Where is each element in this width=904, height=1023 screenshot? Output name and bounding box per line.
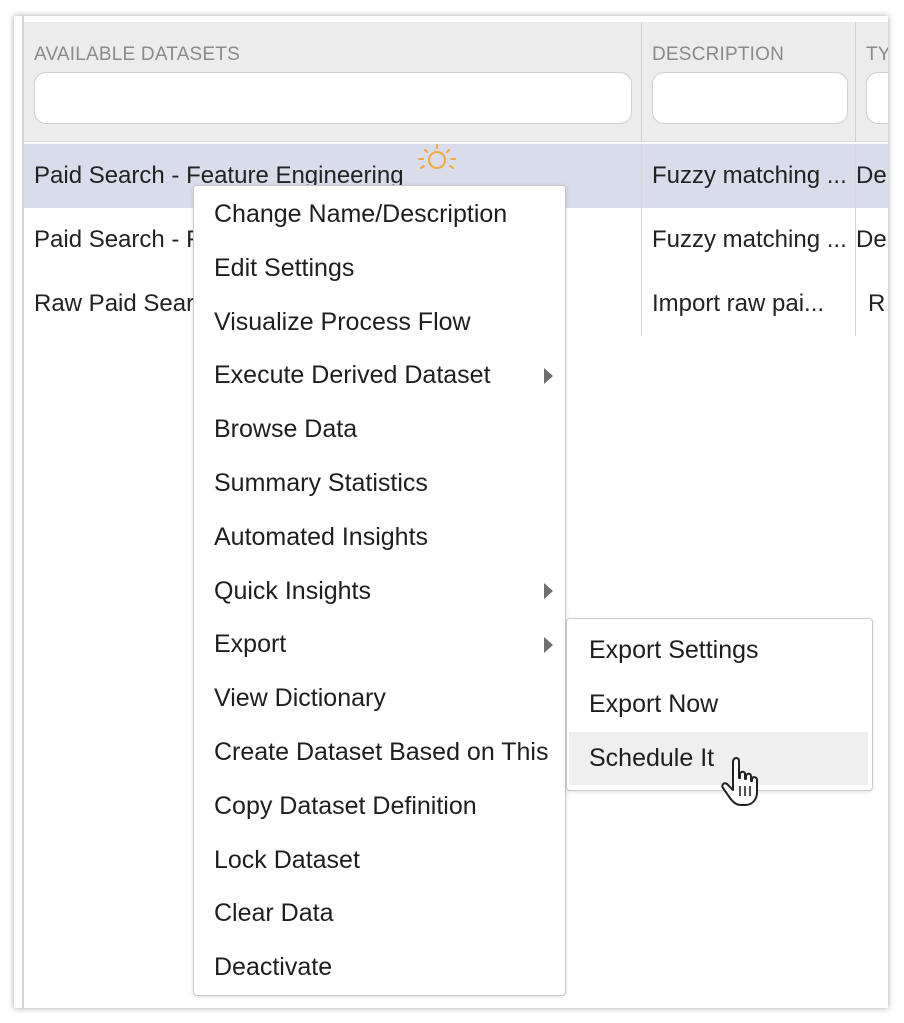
column-header-description[interactable]: DESCRIPTION bbox=[642, 22, 856, 142]
menu-item-automated-insights[interactable]: Automated Insights bbox=[194, 511, 565, 565]
hand-pointer-cursor-icon bbox=[721, 756, 758, 806]
submenu-arrow-icon bbox=[544, 637, 553, 654]
menu-item-label: Browse Data bbox=[214, 415, 358, 444]
menu-item-export[interactable]: Export bbox=[194, 618, 565, 672]
dataset-description-cell: Import raw pai... bbox=[642, 272, 856, 336]
menu-item-label: Summary Statistics bbox=[214, 468, 428, 497]
menu-item-summary-statistics[interactable]: Summary Statistics bbox=[194, 457, 565, 511]
menu-item-copy-dataset-definition[interactable]: Copy Dataset Definition bbox=[194, 780, 565, 834]
menu-item-label: Lock Dataset bbox=[214, 845, 360, 874]
menu-item-label: Export Now bbox=[589, 689, 719, 718]
menu-item-visualize-process-flow[interactable]: Visualize Process Flow bbox=[194, 296, 565, 350]
menu-item-label: Execute Derived Dataset bbox=[214, 361, 491, 390]
menu-item-label: Visualize Process Flow bbox=[214, 307, 471, 336]
menu-item-clear-data[interactable]: Clear Data bbox=[194, 887, 565, 941]
description-filter-input[interactable] bbox=[652, 72, 848, 124]
menu-item-label: Deactivate bbox=[214, 953, 333, 982]
menu-item-label: Edit Settings bbox=[214, 253, 355, 282]
submenu-arrow-icon bbox=[544, 368, 553, 385]
menu-item-create-dataset-based-on-this[interactable]: Create Dataset Based on This bbox=[194, 726, 565, 780]
menu-item-label: Change Name/Description bbox=[214, 200, 508, 228]
menu-item-label: Automated Insights bbox=[214, 522, 429, 551]
menu-item-label: Clear Data bbox=[214, 899, 334, 928]
menu-item-label: Quick Insights bbox=[214, 576, 372, 605]
menu-item-execute-derived-dataset[interactable]: Execute Derived Dataset bbox=[194, 349, 565, 403]
available-datasets-filter-input[interactable] bbox=[34, 72, 632, 124]
menu-item-change-name-description[interactable]: Change Name/Description bbox=[194, 188, 565, 242]
menu-item-quick-insights[interactable]: Quick Insights bbox=[194, 565, 565, 619]
menu-item-label: Create Dataset Based on This bbox=[214, 737, 549, 766]
menu-item-label: Export Settings bbox=[589, 636, 759, 664]
submenu-arrow-icon bbox=[544, 583, 553, 600]
dataset-description-cell: Fuzzy matching ... bbox=[642, 208, 856, 272]
column-header-type[interactable]: TY bbox=[856, 22, 888, 142]
column-title: AVAILABLE DATASETS bbox=[34, 44, 240, 65]
submenu-item-export-now[interactable]: Export Now bbox=[569, 678, 868, 732]
type-filter-input[interactable] bbox=[866, 72, 888, 124]
submenu-item-export-settings[interactable]: Export Settings bbox=[569, 624, 868, 678]
table-header: AVAILABLE DATASETS DESCRIPTION TY bbox=[24, 22, 888, 142]
column-title: TY bbox=[866, 44, 888, 65]
menu-item-label: Schedule It bbox=[589, 743, 715, 772]
menu-item-lock-dataset[interactable]: Lock Dataset bbox=[194, 834, 565, 888]
context-menu: Change Name/Description Edit Settings Vi… bbox=[193, 185, 566, 996]
menu-item-browse-data[interactable]: Browse Data bbox=[194, 403, 565, 457]
submenu-item-schedule-it[interactable]: Schedule It bbox=[569, 731, 868, 786]
dataset-type-cell: De bbox=[856, 226, 887, 253]
dataset-type-cell: R bbox=[868, 290, 886, 317]
menu-item-edit-settings[interactable]: Edit Settings bbox=[194, 242, 565, 296]
menu-item-label: Export bbox=[214, 630, 287, 659]
column-header-available-datasets[interactable]: AVAILABLE DATASETS bbox=[24, 22, 642, 142]
menu-item-view-dictionary[interactable]: View Dictionary bbox=[194, 672, 565, 726]
menu-item-deactivate[interactable]: Deactivate bbox=[194, 941, 565, 995]
dataset-type-cell: De bbox=[856, 162, 887, 189]
dataset-description-cell: Fuzzy matching ... bbox=[642, 144, 856, 208]
menu-item-label: View Dictionary bbox=[214, 684, 386, 713]
column-title: DESCRIPTION bbox=[652, 44, 785, 65]
menu-item-label: Copy Dataset Definition bbox=[214, 791, 477, 820]
